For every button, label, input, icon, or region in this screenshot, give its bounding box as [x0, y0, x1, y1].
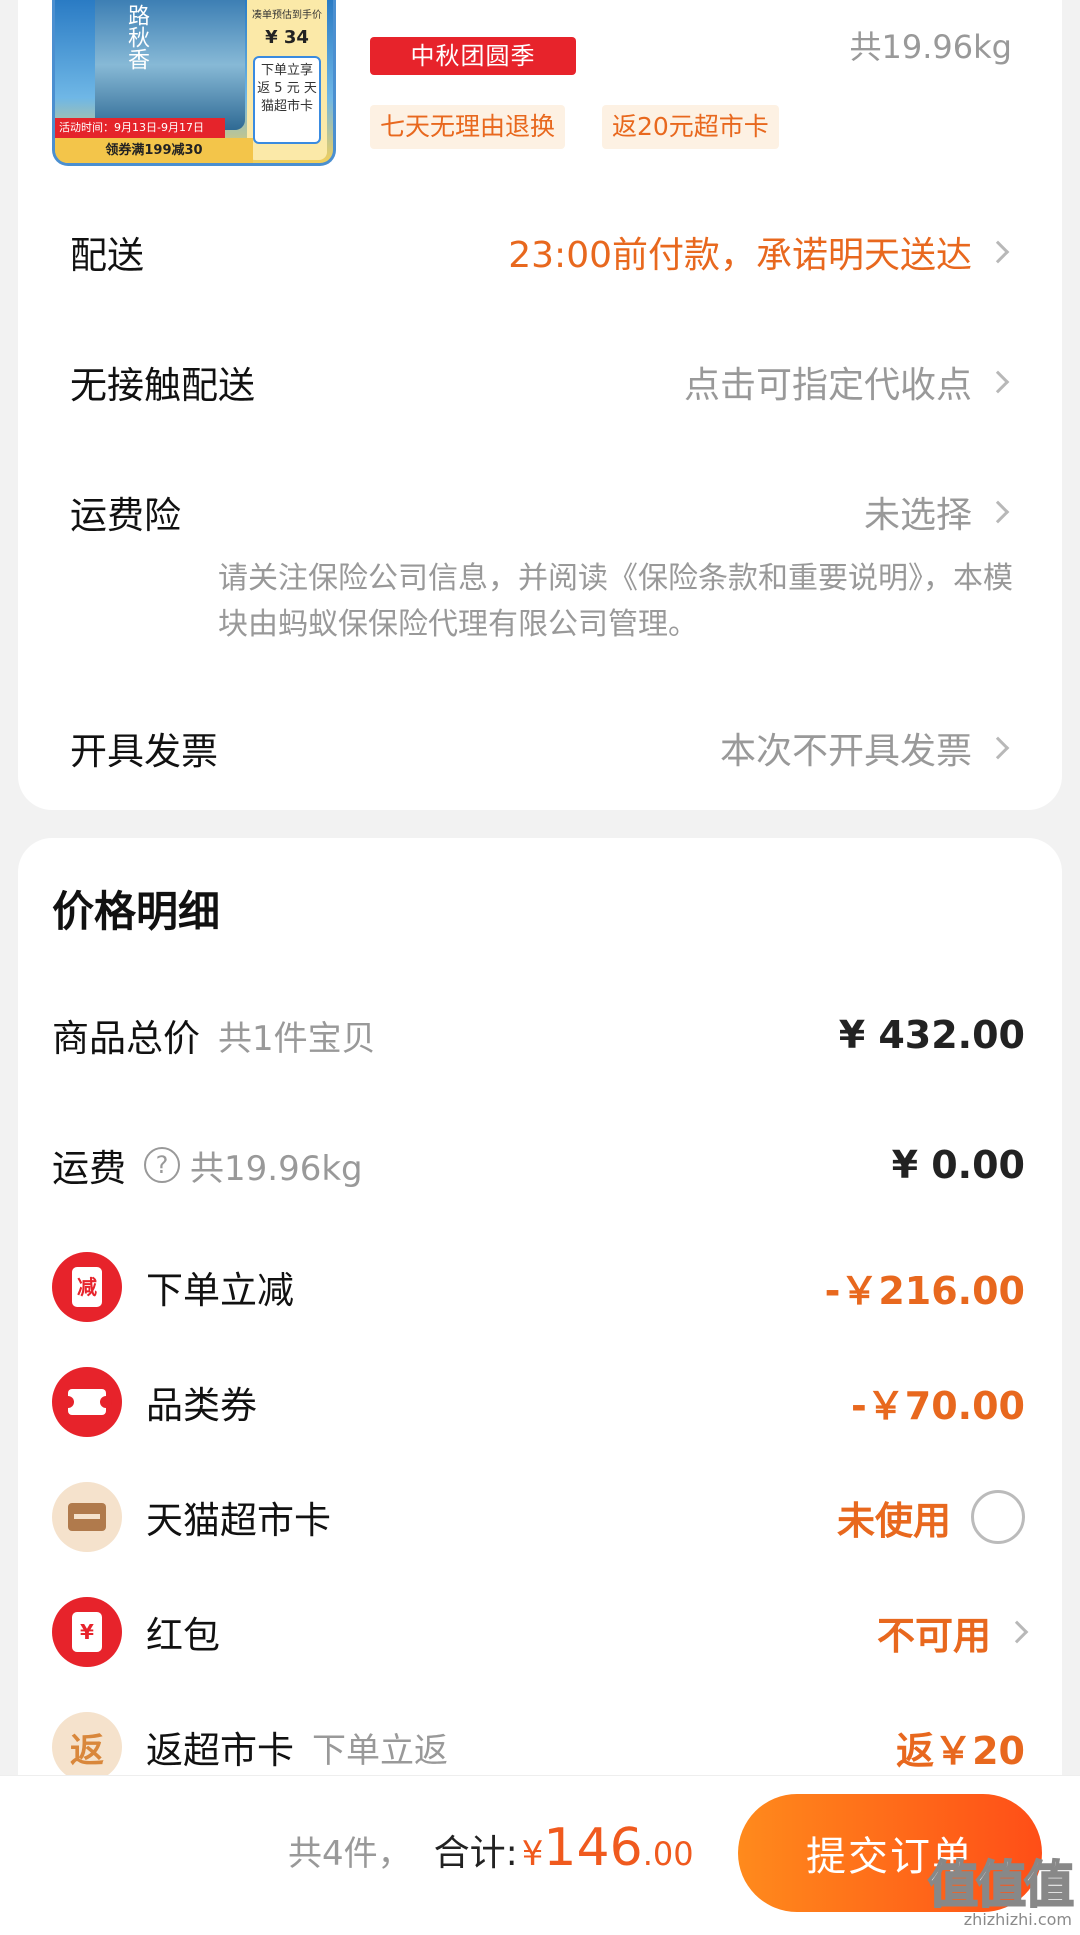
goods-total-amount: ¥ 432.00 [838, 1013, 1025, 1057]
ticket-icon [52, 1367, 122, 1437]
goods-total-label: 商品总价 [52, 1017, 200, 1060]
thumb-coupon-banner: 领券满199减30 [55, 138, 253, 163]
supermarket-card-row[interactable]: 天猫超市卡 未使用 [52, 1482, 1025, 1552]
festival-tag: 中秋团圆季 [370, 37, 576, 75]
contactless-value: 点击可指定代收点 [683, 365, 972, 406]
category-coupon-amount: -￥70.00 [851, 1383, 1025, 1428]
price-detail-title: 价格明细 [52, 887, 221, 936]
red-packet-glyph: ¥ [72, 1612, 102, 1652]
contactless-delivery-row[interactable]: 无接触配送 点击可指定代收点 [70, 352, 1012, 412]
chevron-right-icon [986, 500, 1010, 524]
invoice-row[interactable]: 开具发票 本次不开具发票 [70, 718, 1012, 778]
return-card-amount: 返￥20 [896, 1728, 1025, 1773]
watermark-logo: 值值值 [927, 1856, 1075, 1914]
product-thumbnail[interactable]: 路秋香 凑单预估到手价 ¥ 34 下单立享 返 5 元 天猫超市卡 活动时间：9… [52, 0, 336, 166]
product-weight: 共19.96kg [849, 28, 1012, 66]
supermarket-card-radio[interactable] [971, 1490, 1025, 1544]
shipping-insurance-row[interactable]: 运费险 未选择 [70, 482, 1012, 542]
category-coupon-row[interactable]: 品类券 -￥70.00 [52, 1367, 1025, 1437]
reduce-envelope-icon: 减 [52, 1252, 122, 1322]
item-count: 共4件， [288, 1834, 412, 1874]
thumb-price-panel: 凑单预估到手价 ¥ 34 下单立享 返 5 元 天猫超市卡 [247, 0, 327, 160]
category-coupon-label: 品类券 [146, 1384, 257, 1427]
supermarket-card-tag: 返20元超市卡 [602, 105, 779, 149]
return-card-sub: 下单立返 [312, 1730, 448, 1771]
chevron-right-icon [986, 240, 1010, 264]
thumb-side-box: 下单立享 返 5 元 天猫超市卡 [253, 56, 321, 144]
card-icon [52, 1482, 122, 1552]
delivery-row[interactable]: 配送 23:00前付款，承诺明天送达 [70, 222, 1012, 282]
help-icon[interactable]: ? [144, 1147, 180, 1183]
order-total: 共4件， 合计: ¥ 146 .00 [288, 1818, 694, 1878]
supermarket-card-status: 未使用 [836, 1498, 951, 1543]
delivery-label: 配送 [70, 234, 144, 277]
return-card-row: 返 返超市卡 下单立返 返￥20 [52, 1712, 1025, 1782]
goods-total-row: 商品总价 共1件宝贝 ¥ 432.00 [52, 1000, 1025, 1070]
supermarket-card-label: 天猫超市卡 [146, 1499, 331, 1542]
invoice-label: 开具发票 [70, 730, 218, 773]
return-icon: 返 [52, 1712, 122, 1782]
thumb-side-price: ¥ 34 [265, 27, 309, 48]
return-card-label: 返超市卡 [146, 1729, 294, 1772]
chevron-right-icon [986, 370, 1010, 394]
order-info-card: 路秋香 凑单预估到手价 ¥ 34 下单立享 返 5 元 天猫超市卡 活动时间：9… [18, 0, 1062, 810]
instant-discount-amount: -￥216.00 [824, 1268, 1025, 1313]
red-packet-label: 红包 [146, 1614, 220, 1657]
ticket-shape [62, 1389, 112, 1415]
instant-discount-label: 下单立减 [146, 1269, 294, 1312]
total-currency: ¥ [521, 1834, 544, 1874]
red-packet-row[interactable]: ¥ 红包 不可用 [52, 1597, 1029, 1667]
reduce-glyph: 减 [72, 1267, 102, 1307]
chevron-right-icon [986, 736, 1010, 760]
return-policy-tag: 七天无理由退换 [370, 105, 566, 149]
card-shape [68, 1503, 106, 1531]
insurance-label: 运费险 [70, 494, 181, 537]
thumb-bag-text: 路秋香 [124, 4, 149, 70]
shipping-weight: 共19.96kg [190, 1148, 363, 1189]
shipping-fee-amount: ¥ 0.00 [891, 1143, 1025, 1187]
thumb-activity-banner: 活动时间：9月13日-9月17日 [55, 118, 225, 138]
shipping-fee-label: 运费 [52, 1147, 126, 1190]
insurance-value: 未选择 [863, 495, 972, 536]
total-decimal: .00 [642, 1835, 694, 1873]
total-integer: 146 [543, 1818, 643, 1878]
goods-count: 共1件宝贝 [218, 1018, 376, 1059]
invoice-value: 本次不开具发票 [719, 731, 972, 772]
insurance-note: 请关注保险公司信息，并阅读《保险条款和重要说明》，本模块由蚂蚁保保险代理有限公司… [218, 561, 1013, 642]
red-packet-icon: ¥ [52, 1597, 122, 1667]
return-glyph: 返 [70, 1730, 104, 1771]
rice-bag-image [95, 0, 245, 130]
contactless-label: 无接触配送 [70, 364, 255, 407]
red-packet-status: 不可用 [876, 1613, 991, 1658]
instant-discount-row: 减 下单立减 -￥216.00 [52, 1252, 1025, 1322]
chevron-right-icon [1005, 1620, 1029, 1644]
total-label: 合计: [433, 1833, 518, 1874]
delivery-value: 23:00前付款，承诺明天送达 [508, 235, 972, 276]
shipping-fee-row: 运费 ? 共19.96kg ¥ 0.00 [52, 1130, 1025, 1200]
checkout-bar: 共4件， 合计: ¥ 146 .00 提交订单 值值值 zhizhizhi.co… [0, 1775, 1080, 1935]
thumb-side-top: 凑单预估到手价 [252, 10, 322, 21]
site-watermark: 值值值 zhizhizhi.com [927, 1856, 1075, 1929]
